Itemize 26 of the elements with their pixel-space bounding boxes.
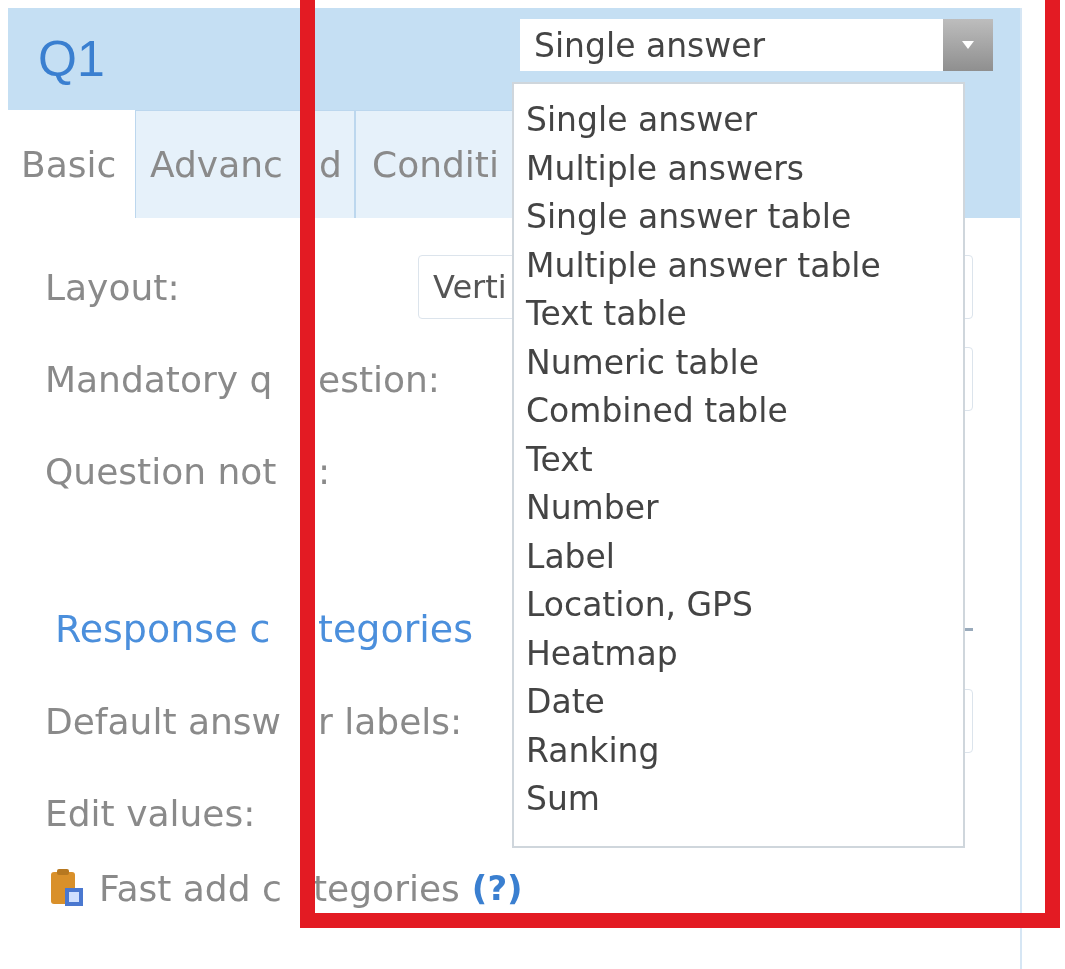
section-title: tegories	[318, 607, 473, 651]
dropdown-option[interactable]: Label	[526, 532, 963, 581]
clipboard-icon	[49, 868, 85, 908]
dropdown-option[interactable]: Combined table	[526, 387, 963, 436]
field-label: Edit values:	[45, 792, 256, 834]
dropdown-option[interactable]: Location, GPS	[526, 581, 963, 630]
dropdown-option[interactable]: Text	[526, 435, 963, 484]
field-label: Mandatory q	[45, 358, 273, 400]
dropdown-option[interactable]: Number	[526, 484, 963, 533]
dropdown-option[interactable]: Ranking	[526, 726, 963, 775]
dropdown-option[interactable]: Numeric table	[526, 338, 963, 387]
dropdown-option[interactable]: Date	[526, 678, 963, 727]
help-link[interactable]: (?)	[471, 868, 523, 908]
question-title: Q1	[38, 30, 105, 88]
field-label: Layout:	[45, 266, 180, 308]
dropdown-option[interactable]: Multiple answer table	[526, 241, 963, 290]
field-label: Default answ	[45, 700, 282, 742]
field-label: :	[318, 450, 331, 492]
field-label: Question not	[45, 450, 277, 492]
dropdown-option[interactable]: Text table	[526, 290, 963, 339]
section-title: Response c	[55, 607, 271, 651]
field-label: estion:	[318, 358, 440, 400]
dropdown-option[interactable]: Heatmap	[526, 629, 963, 678]
field-label: r labels:	[318, 700, 463, 742]
dropdown-option[interactable]: Sum	[526, 775, 963, 824]
question-type-select[interactable]: Single answer	[520, 19, 993, 71]
